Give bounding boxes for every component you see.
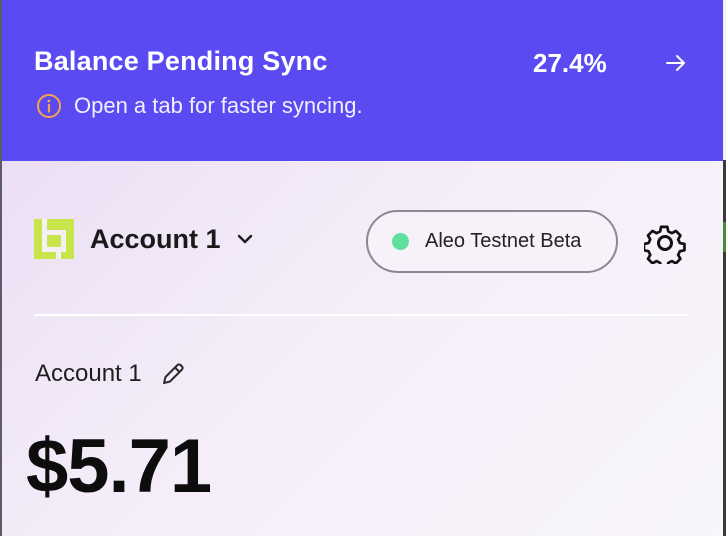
pencil-icon[interactable] — [160, 361, 186, 387]
sync-banner: Balance Pending Sync 27.4% Open a tab fo… — [2, 0, 723, 161]
account-selector-label: Account 1 — [90, 223, 221, 254]
network-status-dot — [392, 233, 409, 250]
header-divider — [34, 314, 688, 316]
account-label-row: Account 1 — [35, 360, 186, 388]
sync-percent: 27.4% — [533, 48, 607, 78]
chevron-down-icon — [237, 234, 252, 244]
network-label: Aleo Testnet Beta — [425, 230, 582, 252]
info-icon — [37, 94, 61, 118]
banner-info-row: Open a tab for faster syncing. — [36, 93, 363, 119]
wallet-panel: Account 1 Aleo Testnet Beta Account 1 $5… — [2, 161, 723, 536]
balance-amount: $5.71 — [26, 424, 212, 509]
wallet-logo-icon — [34, 219, 74, 259]
gear-icon[interactable] — [644, 222, 686, 264]
banner-message: Open a tab for faster syncing. — [74, 93, 363, 118]
account-label: Account 1 — [35, 360, 142, 387]
arrow-right-icon[interactable] — [664, 51, 688, 75]
network-selector[interactable]: Aleo Testnet Beta — [366, 210, 618, 273]
account-selector[interactable]: Account 1 — [90, 219, 255, 259]
banner-title: Balance Pending Sync — [34, 46, 328, 76]
